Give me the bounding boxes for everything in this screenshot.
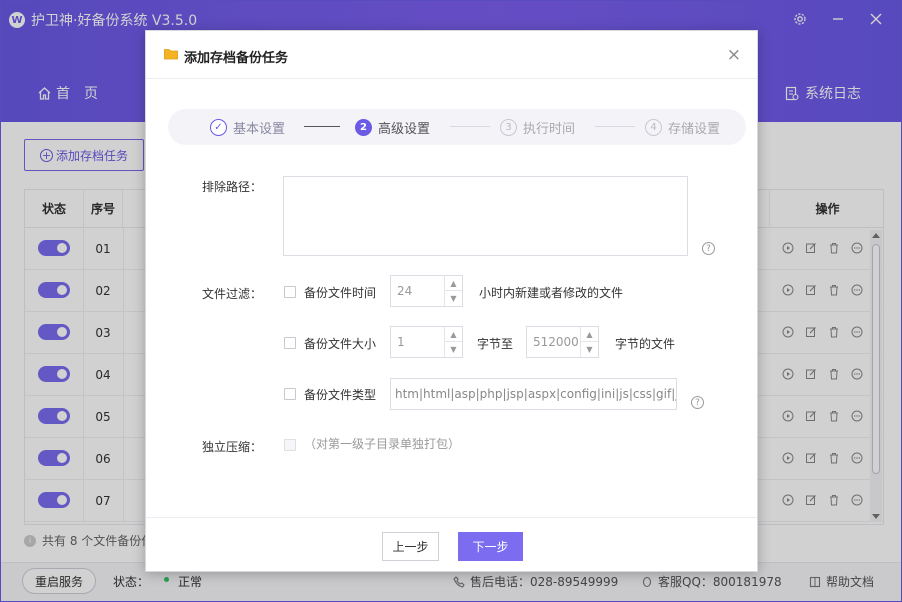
previous-step-button[interactable]: 上一步 <box>382 532 439 561</box>
step-connector-1 <box>304 126 340 127</box>
filter-hours-value: 24 <box>397 284 413 298</box>
step-storage-settings: 4 存储设置 <box>645 109 720 145</box>
filter-type-value: htm|html|asp|php|jsp|aspx|config|ini|js|… <box>395 387 677 401</box>
decrement-arrow-icon[interactable]: ▼ <box>445 291 462 306</box>
stepper-buttons: ▲ ▼ <box>580 327 598 357</box>
filter-type-label: 备份文件类型 <box>304 388 377 402</box>
dialog-close-icon[interactable]: × <box>727 45 741 65</box>
stepper-buttons: ▲ ▼ <box>444 327 462 357</box>
step-2-label: 高级设置 <box>378 121 431 137</box>
compress-label: 独立压缩： <box>202 440 263 454</box>
filter-time-checkbox[interactable] <box>284 286 296 298</box>
filter-size-label: 备份文件大小 <box>304 337 377 351</box>
increment-arrow-icon[interactable]: ▲ <box>581 327 598 342</box>
increment-arrow-icon[interactable]: ▲ <box>445 327 462 342</box>
step-3-number: 3 <box>500 118 517 136</box>
step-basic-settings: ✓ 基本设置 <box>210 109 285 145</box>
step-advanced-settings: 2 高级设置 <box>355 109 430 145</box>
file-filter-label: 文件过滤： <box>202 287 263 301</box>
compress-hint: （对第一级子目录单独打包） <box>304 437 461 451</box>
filter-size-min-stepper[interactable]: 1 ▲ ▼ <box>390 326 463 358</box>
decrement-arrow-icon[interactable]: ▼ <box>445 342 462 357</box>
decrement-arrow-icon[interactable]: ▼ <box>581 342 598 357</box>
add-task-dialog: 添加存档备份任务 × ✓ 基本设置 2 高级设置 3 执行时间 4 存储设置 排… <box>145 30 758 572</box>
stepper-buttons: ▲ ▼ <box>444 276 462 306</box>
exclude-path-label: 排除路径： <box>202 180 263 194</box>
step-4-label: 存储设置 <box>668 121 721 137</box>
filter-type-help-icon[interactable]: ? <box>691 396 704 409</box>
compress-checkbox[interactable] <box>284 439 296 451</box>
filter-type-checkbox[interactable] <box>284 388 296 400</box>
filter-size-max-stepper[interactable]: 512000 ▲ ▼ <box>526 326 599 358</box>
filter-size-suffix: 字节的文件 <box>615 337 676 351</box>
dialog-header: 添加存档备份任务 × <box>146 31 757 79</box>
filter-size-checkbox[interactable] <box>284 337 296 349</box>
step-execution-time: 3 执行时间 <box>500 109 575 145</box>
wizard-steps: ✓ 基本设置 2 高级设置 3 执行时间 4 存储设置 <box>168 109 746 145</box>
step-connector-2 <box>450 126 490 127</box>
dialog-title: 添加存档备份任务 <box>184 51 289 66</box>
filter-time-label: 备份文件时间 <box>304 286 377 300</box>
folder-icon <box>164 49 178 60</box>
step-4-number: 4 <box>645 118 662 136</box>
dialog-footer: 上一步 下一步 <box>146 517 757 572</box>
filter-type-input[interactable]: htm|html|asp|php|jsp|aspx|config|ini|js|… <box>390 378 677 410</box>
filter-size-max-value: 512000 <box>533 335 579 349</box>
increment-arrow-icon[interactable]: ▲ <box>445 276 462 291</box>
filter-size-middle: 字节至 <box>477 337 514 351</box>
step-1-number: ✓ <box>210 118 227 136</box>
step-connector-3 <box>595 126 635 127</box>
next-step-button[interactable]: 下一步 <box>458 532 523 561</box>
filter-size-min-value: 1 <box>397 335 405 349</box>
filter-hours-stepper[interactable]: 24 ▲ ▼ <box>390 275 463 307</box>
exclude-help-icon[interactable]: ? <box>702 242 715 255</box>
step-1-label: 基本设置 <box>233 121 286 137</box>
step-2-number: 2 <box>355 118 372 136</box>
exclude-path-input[interactable] <box>283 176 688 256</box>
filter-time-suffix: 小时内新建或者修改的文件 <box>479 286 624 300</box>
step-3-label: 执行时间 <box>523 121 576 137</box>
